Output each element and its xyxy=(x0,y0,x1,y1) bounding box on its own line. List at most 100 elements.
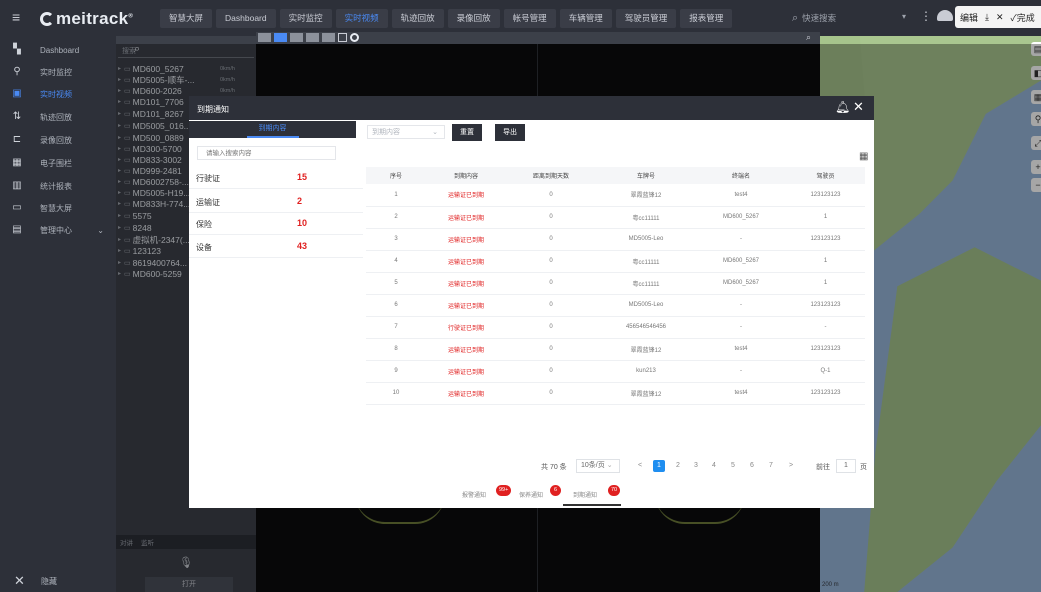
hamburger-menu-icon[interactable]: ≡ xyxy=(12,10,26,24)
category-row-license[interactable]: 行驶证 15 xyxy=(189,166,363,189)
category-count: 43 xyxy=(297,241,308,251)
layout-6-icon[interactable] xyxy=(290,33,303,42)
nav-tab-report-management[interactable]: 报表管理 xyxy=(680,9,733,28)
search-icon[interactable]: ⌕ xyxy=(806,32,811,43)
nav-tab-realtime-video[interactable]: 实时视频 xyxy=(335,9,388,28)
cell-index: 8 xyxy=(366,338,426,361)
layout-4-icon[interactable] xyxy=(274,33,287,42)
sidebar-item-video-playback[interactable]: ⊏ 录像回放 xyxy=(0,130,116,150)
page-3[interactable]: 3 xyxy=(690,460,702,472)
col-header-index: 序号 xyxy=(366,167,426,184)
sidebar-item-label: 管理中心 xyxy=(40,225,72,235)
nav-tab-realtime-monitor[interactable]: 实时监控 xyxy=(279,9,332,28)
table-row[interactable]: 1 运输证已到期 0 翠霞蓝锋12 test4 123123123 xyxy=(366,184,865,207)
nav-tab-vehicle-management[interactable]: 车辆管理 xyxy=(559,9,612,28)
expiry-notice-modal: 到期通知 🔔︎ ✕ 到期内容 到期内容⌄ 重置 导出 ▦ 行驶证15 运输证2 … xyxy=(189,96,874,508)
page-1[interactable]: 1 xyxy=(653,460,665,472)
registered-mark: ® xyxy=(128,13,134,20)
sidebar-item-realtime-monitor[interactable]: ⚲ 实时监控 xyxy=(0,62,116,82)
table-row[interactable]: 10 运输证已到期 0 翠霞蓝锋12 test4 123123123 xyxy=(366,382,865,405)
sidebar-item-label: 电子围栏 xyxy=(40,158,72,168)
col-header-driver: 驾驶员 xyxy=(786,167,865,184)
category-row-insurance[interactable]: 保险 10 xyxy=(189,212,363,235)
cell-content: 运输证已到期 xyxy=(426,272,506,295)
collapse-sidebar-icon[interactable]: ✕ xyxy=(14,573,25,589)
edit-button[interactable]: 编辑 xyxy=(960,11,978,24)
cell-content: 运输证已到期 xyxy=(426,184,506,207)
table-row[interactable]: 6 运输证已到期 0 MD5005-Leo -123123123 xyxy=(366,294,865,317)
layout-9-icon[interactable] xyxy=(306,33,319,42)
cell-days: 0 xyxy=(506,250,596,273)
record-icon[interactable] xyxy=(350,33,359,42)
close-icon[interactable]: ✕ xyxy=(853,99,864,115)
cloud-icon[interactable] xyxy=(937,10,953,21)
layout-16-icon[interactable] xyxy=(322,33,335,42)
done-button[interactable]: ✓完成 xyxy=(1011,11,1035,24)
table-row[interactable]: 8 运输证已到期 0 翠霞蓝锋12 test4 123123123 xyxy=(366,338,865,361)
page-7[interactable]: 7 xyxy=(765,460,777,472)
category-count: 15 xyxy=(297,172,308,182)
sidebar-item-bigscreen[interactable]: ▭ 智慧大屏 xyxy=(0,198,116,218)
nav-tab-driver-management[interactable]: 驾驶员管理 xyxy=(615,9,677,28)
cell-driver: 1 xyxy=(786,250,865,273)
close-icon[interactable]: ✕ xyxy=(996,12,1004,23)
sidebar-item-label: Dashboard xyxy=(40,45,80,55)
cell-content: 运输证已到期 xyxy=(426,382,506,405)
category-name: 运输证 xyxy=(196,198,220,207)
tab-expiry-content[interactable]: 到期内容 xyxy=(189,121,356,138)
category-row-device[interactable]: 设备 43 xyxy=(189,235,363,258)
page-5[interactable]: 5 xyxy=(727,460,739,472)
more-dots-icon[interactable]: ⋮ xyxy=(920,9,932,23)
page-size-value: 10条/页 xyxy=(581,462,605,469)
quick-search[interactable]: ⌕ 快速搜索 xyxy=(792,9,902,28)
logo-mark-icon xyxy=(40,12,54,26)
sidebar-item-stats[interactable]: ▥ 统计报表 xyxy=(0,176,116,196)
chevron-down-icon[interactable]: ▾ xyxy=(902,12,906,21)
export-button[interactable]: 导出 xyxy=(495,124,525,141)
sidebar-item-management[interactable]: ▤ 管理中心 ⌄ xyxy=(0,220,116,240)
page-2[interactable]: 2 xyxy=(672,460,684,472)
nav-tab-video-playback[interactable]: 录像回放 xyxy=(447,9,500,28)
column-settings-icon[interactable]: ▦ xyxy=(859,151,868,162)
nav-tab-track-playback[interactable]: 轨迹回放 xyxy=(391,9,444,28)
tab-alarm-notice[interactable]: 报警通知 xyxy=(462,490,486,499)
next-page-button[interactable]: > xyxy=(785,460,797,472)
table-row[interactable]: 5 运输证已到期 0 粤cc11111 MD600_5267 1 xyxy=(366,272,865,295)
page-4[interactable]: 4 xyxy=(708,460,720,472)
layout-1-icon[interactable] xyxy=(258,33,271,42)
sidebar-item-track-playback[interactable]: ⇅ 轨迹回放 xyxy=(0,107,116,127)
nav-tab-dashboard[interactable]: Dashboard xyxy=(216,9,276,28)
table-row[interactable]: 2 运输证已到期 0 粤cc11111 MD600_5267 1 xyxy=(366,206,865,229)
goto-unit: 页 xyxy=(860,464,867,471)
content-search-input[interactable] xyxy=(197,146,336,160)
sidebar-item-dashboard[interactable]: ▚ Dashboard xyxy=(0,40,116,60)
sidebar-item-fence[interactable]: ▦ 电子围栏 xyxy=(0,153,116,173)
page-6[interactable]: 6 xyxy=(746,460,758,472)
page-size-select[interactable]: 10条/页 ⌄ xyxy=(576,459,620,473)
cell-content: 运输证已到期 xyxy=(426,228,506,251)
nav-tab-bigscreen[interactable]: 智慧大屏 xyxy=(160,9,213,28)
table-row[interactable]: 9 运输证已到期 0 kun213- Q-1 xyxy=(366,360,865,383)
expiry-table: 序号 到期内容 距离到期天数 车牌号 终端名 驾驶员 1 运输证已到期 0 翠霞蓝锋1… xyxy=(366,167,865,405)
col-header-content: 到期内容 xyxy=(426,167,506,184)
table-row[interactable]: 3 运输证已到期 0 MD5005-Leo -123123123 xyxy=(366,228,865,251)
bell-icon[interactable]: 🔔︎ xyxy=(835,100,850,114)
cell-content: 运输证已到期 xyxy=(426,294,506,317)
collapse-sidebar-label[interactable]: 隐藏 xyxy=(41,576,57,587)
table-row[interactable]: 7 行驶证已到期 0 456546546456- - xyxy=(366,316,865,339)
cell-terminal: - xyxy=(696,228,786,251)
prev-page-button[interactable]: < xyxy=(634,460,646,472)
tab-maintenance-notice[interactable]: 保养通知 xyxy=(519,490,543,499)
download-icon[interactable]: ⤓ xyxy=(985,12,989,23)
cell-index: 5 xyxy=(366,272,426,295)
fullscreen-icon[interactable] xyxy=(338,33,347,42)
nav-tab-account-management[interactable]: 帐号管理 xyxy=(503,9,556,28)
reset-button[interactable]: 重置 xyxy=(452,124,482,141)
cell-content: 运输证已到期 xyxy=(426,360,506,383)
table-row[interactable]: 4 运输证已到期 0 粤cc11111 MD600_5267 1 xyxy=(366,250,865,273)
category-row-transport[interactable]: 运输证 2 xyxy=(189,190,363,213)
sidebar-item-realtime-video[interactable]: ▣ 实时视频 xyxy=(0,84,116,104)
goto-page-input[interactable]: 1 xyxy=(836,459,856,473)
expiry-content-select[interactable]: 到期内容 ⌄ xyxy=(367,125,445,139)
tab-expiry-notice[interactable]: 到期通知 xyxy=(573,490,597,499)
